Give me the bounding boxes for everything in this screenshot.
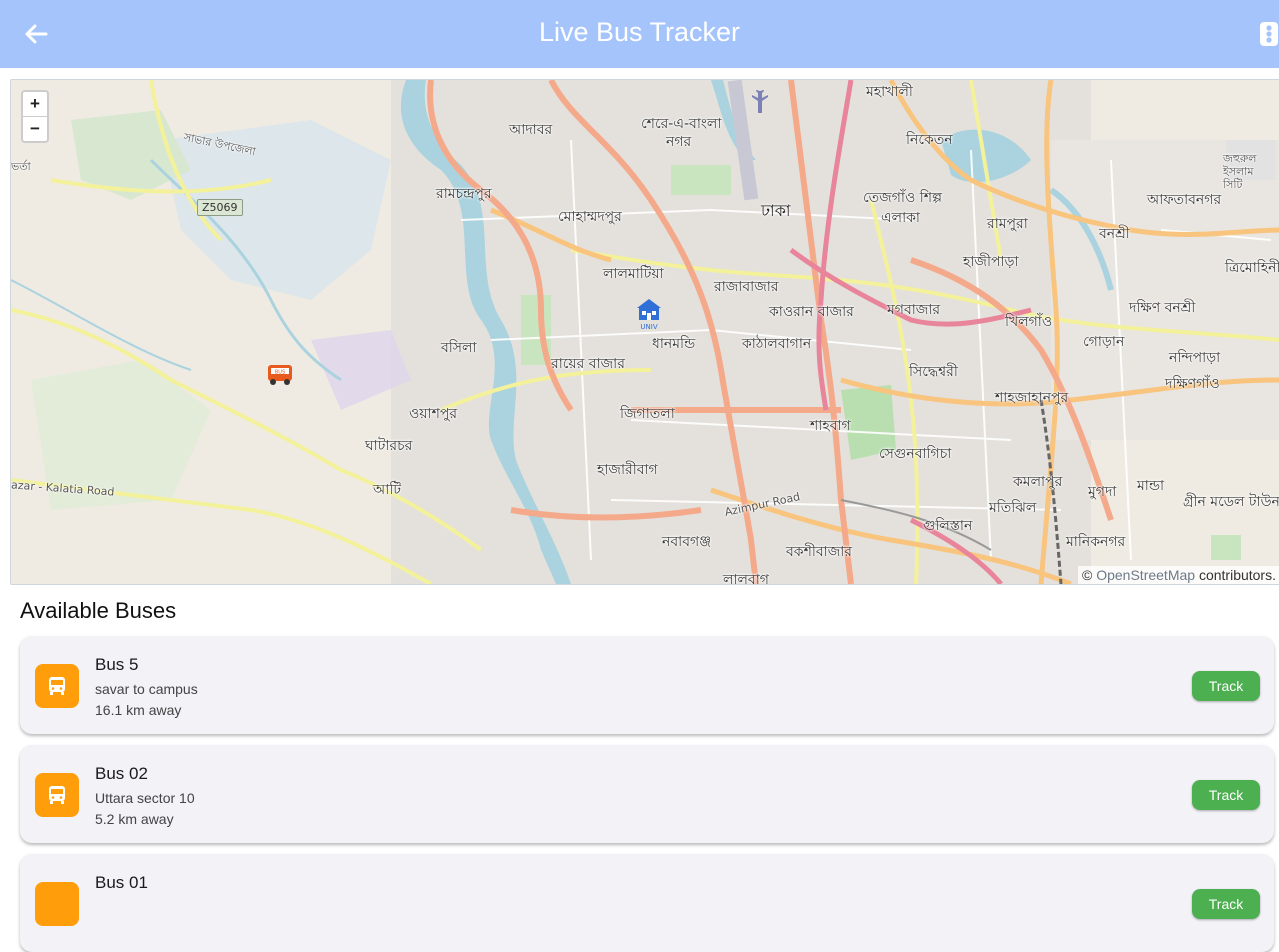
map-label: জিগাতলা <box>620 406 675 422</box>
map-label: দক্ষিণ বনশ্রী <box>1129 300 1196 316</box>
map-label: রামচন্দ্রপুর <box>436 186 492 202</box>
map-label: সিদ্ধেশ্বরী <box>909 364 958 380</box>
bus-route: Uttara sector 10 <box>95 790 195 806</box>
map-label: আদাবর <box>509 122 553 138</box>
map-label: জহুরুল ইসলাম সিটি <box>1223 152 1257 191</box>
bus-name: Bus 5 <box>95 655 139 674</box>
zoom-in-button[interactable]: + <box>23 92 47 116</box>
map-label: ঘাটারচর <box>365 438 413 454</box>
map-label: নিকেতন <box>906 132 953 148</box>
map-label: হাজারীবাগ <box>597 462 658 478</box>
map-label: শাহজাহানপুর <box>995 390 1069 406</box>
map-label: রায়ের বাজার <box>551 356 625 372</box>
map-label: সেগুনবাগিচা <box>879 446 952 462</box>
available-buses-heading: Available Buses <box>20 598 177 623</box>
map-label: আটি <box>373 482 401 498</box>
map-view[interactable]: মহাখালী আদাবর শেরে-এ-বাংলা নগর নিকেতন রা… <box>10 79 1279 585</box>
map-label: গুলিস্তান <box>923 518 973 534</box>
map-label: মতিঝিল <box>989 500 1037 516</box>
map-label: বনশ্রী <box>1099 226 1130 242</box>
map-label: লালবাগ <box>723 572 769 585</box>
map-label: দক্ষিণগাঁও <box>1165 376 1220 392</box>
bus-card[interactable]: Bus 02 Uttara sector 10 5.2 km away Trac… <box>20 745 1274 843</box>
svg-text:BUS: BUS <box>275 370 285 376</box>
track-button[interactable]: Track <box>1192 889 1260 919</box>
bus-distance: 16.1 km away <box>95 702 182 718</box>
map-label: মোহাম্মদপুর <box>558 209 622 225</box>
map-label: ওয়াশপুর <box>409 406 458 422</box>
road-number-tag: Z5069 <box>197 199 243 216</box>
bus-icon <box>35 664 79 708</box>
map-label: ধানমন্ডি <box>652 336 696 352</box>
map-label: বসিলা <box>441 340 477 356</box>
map-label: লালমাটিয়া <box>603 266 664 282</box>
map-label: মুগদা <box>1088 484 1117 500</box>
map-label: শাহবাগ <box>810 418 851 434</box>
map-label: রাজাবাজার <box>714 279 779 295</box>
map-label: ভর্তা <box>11 160 31 173</box>
page-title: Live Bus Tracker <box>538 17 741 47</box>
map-label: ঢাকা <box>761 201 791 220</box>
track-button[interactable]: Track <box>1192 671 1260 701</box>
map-label: নবাবগঞ্জ <box>662 534 712 550</box>
bus-location-marker-icon[interactable]: BUS <box>267 364 293 391</box>
map-attribution: © OpenStreetMap contributors. <box>1078 566 1279 584</box>
bus-card[interactable]: Bus 01 Track <box>20 854 1274 952</box>
map-label: কাওরান বাজার <box>769 304 854 320</box>
map-label: গ্রীন মডেল টাউন <box>1183 494 1279 510</box>
map-label: কমলাপুর <box>1013 474 1063 490</box>
bus-icon <box>35 882 79 926</box>
map-label: হাজীপাড়া <box>963 254 1019 270</box>
university-marker-icon[interactable]: UNIV <box>635 296 663 335</box>
bus-name: Bus 02 <box>95 764 148 783</box>
map-label: নন্দিপাড়া <box>1169 350 1221 366</box>
map-label: এলাকা <box>881 210 920 226</box>
map-label: ত্রিমোহিনী <box>1225 260 1279 276</box>
zoom-control: + − <box>21 90 49 143</box>
bus-route: savar to campus <box>95 681 198 697</box>
map-label: গোড়ান <box>1083 334 1125 350</box>
track-button[interactable]: Track <box>1192 780 1260 810</box>
map-label: মান্ডা <box>1137 478 1165 494</box>
openstreetmap-link[interactable]: OpenStreetMap <box>1096 567 1195 583</box>
bus-card[interactable]: Bus 5 savar to campus 16.1 km away Track <box>20 636 1274 734</box>
map-label: মহাখালী <box>866 84 913 100</box>
bus-distance: 5.2 km away <box>95 811 174 827</box>
bus-icon <box>35 773 79 817</box>
zoom-out-button[interactable]: − <box>23 116 47 141</box>
map-label: মগবাজার <box>887 302 941 318</box>
map-label: বকশীবাজার <box>786 544 853 560</box>
map-label: নগর <box>666 134 692 150</box>
bus-name: Bus 01 <box>95 873 148 892</box>
svg-text:UNIV: UNIV <box>640 323 657 330</box>
attribution-suffix: contributors. <box>1198 567 1276 583</box>
traffic-light-icon[interactable] <box>1257 20 1279 48</box>
copyright-symbol: © <box>1082 567 1093 583</box>
map-label: খিলগাঁও <box>1005 314 1053 330</box>
app-bar: Live Bus Tracker <box>0 0 1279 68</box>
map-label: কাঠালবাগান <box>742 336 812 352</box>
map-label: রামপুরা <box>987 216 1028 232</box>
map-label: আফতাবনগর <box>1147 192 1222 208</box>
map-label: মানিকনগর <box>1066 534 1126 550</box>
